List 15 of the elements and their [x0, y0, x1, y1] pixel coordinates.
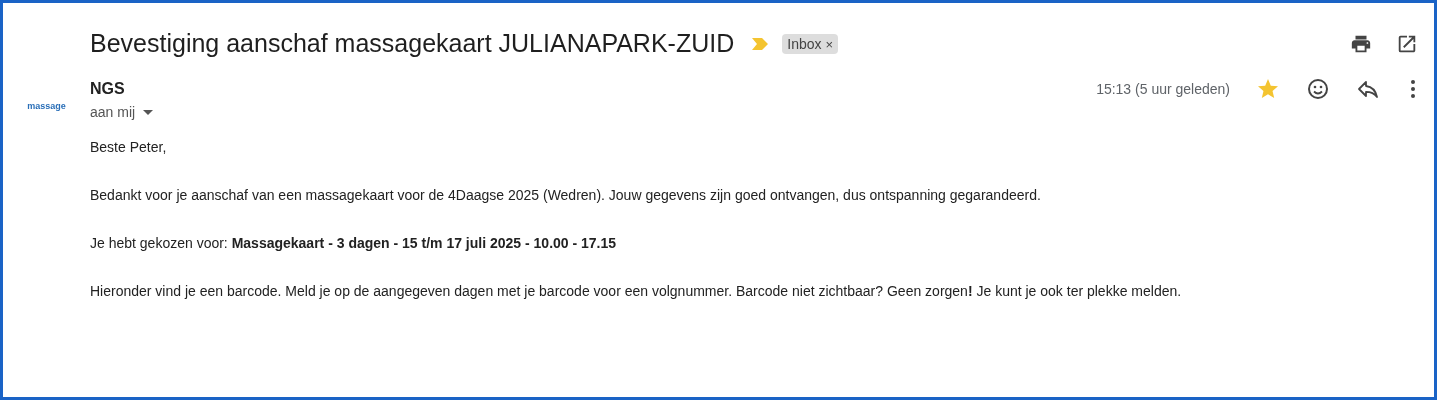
body-paragraph: Hieronder vind je een barcode. Meld je op de aangegeven dagen met je barcode voor een volgnummer. Barcode niet zichtbaar? Geen zorgen! Je kunt je ook ter plekke melden.	[90, 282, 1183, 300]
emoji-reaction-icon[interactable]	[1306, 77, 1330, 101]
caret-icon[interactable]	[143, 109, 154, 115]
recipient-dropdown[interactable]: aan mij	[90, 104, 154, 120]
timestamp: 15:13 (5 uur geleden)	[1096, 81, 1230, 97]
body-paragraph: Bedankt voor je aanschaf van een massagekaart voor de 4Daagse 2025 (Wedren). Jouw gegevens zijn goed ontvangen, dus ontspanning gegarandeerd.	[90, 186, 1042, 204]
email-subject: Bevestiging aanschaf massagekaart JULIANAPARK-ZUID	[90, 29, 735, 58]
star-icon[interactable]	[1256, 77, 1280, 101]
sender-logo: massage	[27, 100, 66, 112]
more-options-icon[interactable]	[1410, 79, 1416, 99]
sender-name: NGS	[90, 80, 126, 98]
body-paragraph: Je hebt gekozen voor: Massagekaart - 3 dagen - 15 t/m 17 juli 2025 - 10.00 - 17.15	[90, 234, 618, 252]
importance-marker-icon[interactable]	[752, 37, 769, 50]
body-paragraph: Beste Peter,	[90, 138, 168, 156]
label-chip[interactable]: Inbox ×	[782, 33, 838, 54]
